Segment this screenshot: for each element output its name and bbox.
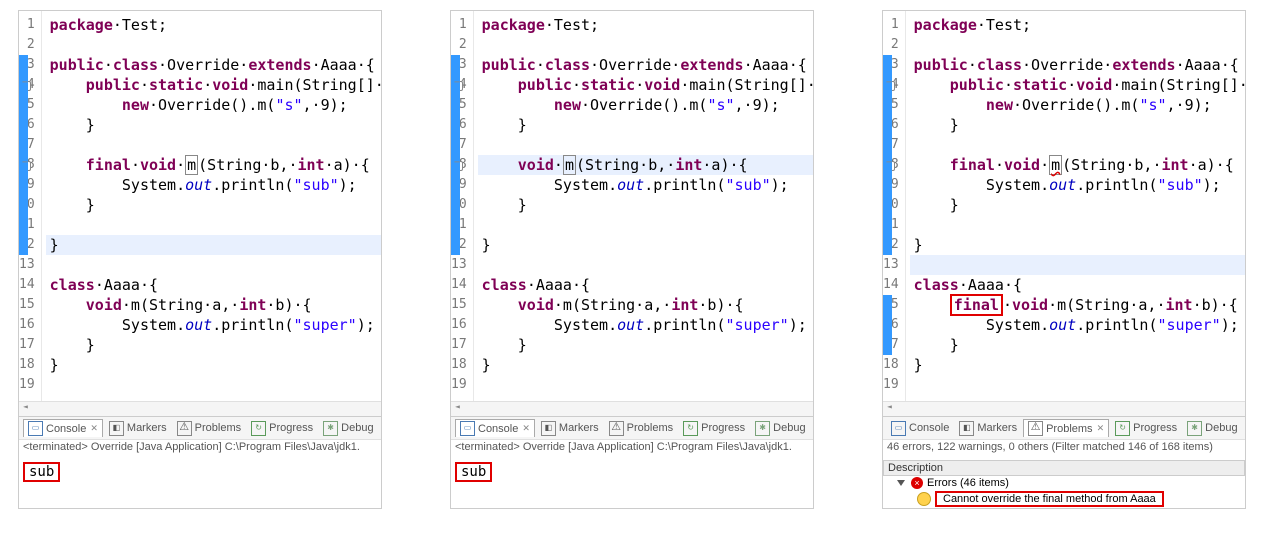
bottom-tabs: ▭Console✕◧Markers⚠Problems↻Progress✱Debu…: [451, 416, 813, 439]
editor-pane: 12345678910111213141516171819package·Tes…: [18, 10, 382, 509]
line-gutter[interactable]: 12345678910111213141516171819: [883, 11, 906, 401]
console-icon: ▭: [891, 421, 906, 436]
tab-debug[interactable]: ✱Debug: [751, 420, 809, 437]
tab-markers[interactable]: ◧Markers: [955, 420, 1021, 437]
close-icon[interactable]: ✕: [1097, 423, 1105, 434]
code-area[interactable]: package·Test;public·class·Override·exten…: [42, 11, 381, 401]
tab-console[interactable]: ▭Console✕: [455, 419, 535, 437]
debug-icon: ✱: [1187, 421, 1202, 436]
code-area[interactable]: package·Test;public·class·Override·exten…: [906, 11, 1245, 401]
line-gutter[interactable]: 12345678910111213141516171819: [451, 11, 474, 401]
tab-markers[interactable]: ◧Markers: [537, 420, 603, 437]
markers-icon: ◧: [109, 421, 124, 436]
horizontal-scrollbar[interactable]: [451, 401, 813, 416]
console-status: <terminated> Override [Java Application]…: [451, 439, 813, 460]
tab-debug[interactable]: ✱Debug: [1183, 420, 1241, 437]
tab-progress[interactable]: ↻Progress: [679, 420, 749, 437]
close-icon[interactable]: ✕: [90, 423, 98, 434]
markers-icon: ◧: [959, 421, 974, 436]
console-icon: ▭: [28, 421, 43, 436]
tab-console[interactable]: ▭Console: [887, 420, 953, 437]
problems-summary: 46 errors, 122 warnings, 0 others (Filte…: [883, 439, 1245, 460]
problems-header[interactable]: Description: [883, 460, 1245, 476]
tab-console[interactable]: ▭Console✕: [23, 419, 103, 437]
horizontal-scrollbar[interactable]: [19, 401, 381, 416]
editor-pane: 12345678910111213141516171819package·Tes…: [450, 10, 814, 509]
console-output: sub: [451, 460, 813, 504]
editor-pane: 12345678910111213141516171819package·Tes…: [882, 10, 1246, 509]
error-item[interactable]: Cannot override the final method from Aa…: [883, 490, 1245, 508]
tab-progress[interactable]: ↻Progress: [1111, 420, 1181, 437]
debug-icon: ✱: [323, 421, 338, 436]
tab-debug[interactable]: ✱Debug: [319, 420, 377, 437]
problems-icon: ⚠: [177, 421, 192, 436]
tab-problems[interactable]: ⚠Problems: [173, 420, 245, 437]
progress-icon: ↻: [683, 421, 698, 436]
console-icon: ▭: [460, 421, 475, 436]
code-area[interactable]: package·Test;public·class·Override·exten…: [474, 11, 813, 401]
problems-icon: ⚠: [609, 421, 624, 436]
lightbulb-icon: [917, 492, 931, 506]
console-output: sub: [19, 460, 381, 504]
errors-group[interactable]: ×Errors (46 items): [883, 476, 1245, 490]
tab-problems[interactable]: ⚠Problems✕: [1023, 419, 1109, 437]
progress-icon: ↻: [1115, 421, 1130, 436]
tab-progress[interactable]: ↻Progress: [247, 420, 317, 437]
console-status: <terminated> Override [Java Application]…: [19, 439, 381, 460]
line-gutter[interactable]: 12345678910111213141516171819: [19, 11, 42, 401]
horizontal-scrollbar[interactable]: [883, 401, 1245, 416]
tab-problems[interactable]: ⚠Problems: [605, 420, 677, 437]
close-icon[interactable]: ✕: [522, 423, 530, 434]
debug-icon: ✱: [755, 421, 770, 436]
error-icon: ×: [911, 477, 923, 489]
tab-markers[interactable]: ◧Markers: [105, 420, 171, 437]
bottom-tabs: ▭Console◧Markers⚠Problems✕↻Progress✱Debu…: [883, 416, 1245, 439]
bottom-tabs: ▭Console✕◧Markers⚠Problems↻Progress✱Debu…: [19, 416, 381, 439]
problems-icon: ⚠: [1028, 421, 1043, 436]
progress-icon: ↻: [251, 421, 266, 436]
markers-icon: ◧: [541, 421, 556, 436]
